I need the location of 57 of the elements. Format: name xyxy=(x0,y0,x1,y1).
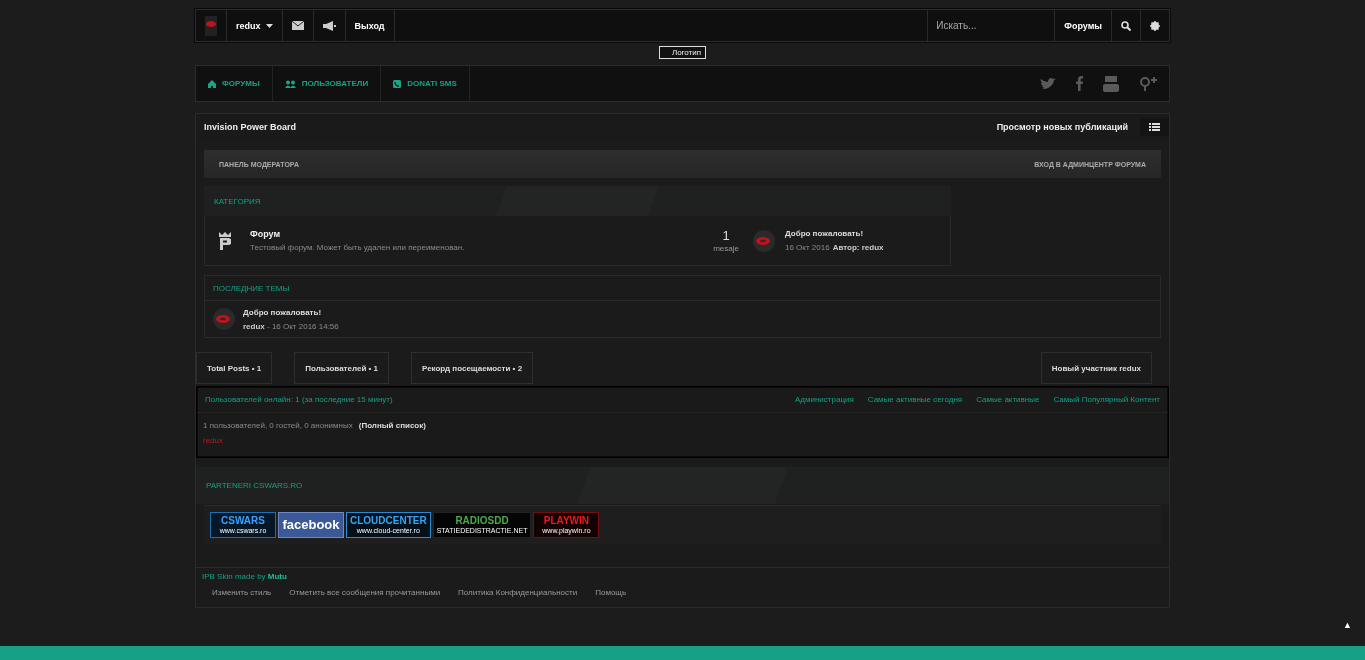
twitter-bird-icon[interactable] xyxy=(1040,77,1056,90)
footer-link[interactable]: Помощь xyxy=(595,588,627,597)
home-icon xyxy=(208,79,216,88)
online-users-title: Пользователей онлайн: 1 (за последние 15 минут) xyxy=(205,395,393,404)
back-to-top-button[interactable]: ▲ xyxy=(1343,620,1352,630)
online-summary: 1 пользователей, 0 гостей, 0 анонимных xyxy=(203,420,353,430)
users-icon xyxy=(284,79,296,88)
broken-logo-image[interactable]: Логотип xyxy=(658,45,707,59)
stat-box: Пользователей • 1 xyxy=(294,352,389,384)
board-title: Invision Power Board xyxy=(204,122,297,132)
google-plus-icon[interactable] xyxy=(1139,75,1157,92)
user-menu-button[interactable]: redux xyxy=(227,10,283,41)
list-view-button[interactable] xyxy=(1140,118,1169,136)
list-icon xyxy=(1149,123,1160,131)
online-link[interactable]: Самый Популярный Контент xyxy=(1053,395,1160,404)
topic-author[interactable]: redux xyxy=(243,321,265,331)
last-post-title[interactable]: Добро пожаловать! xyxy=(785,229,940,238)
facebook-f-icon[interactable] xyxy=(1076,76,1083,91)
forum-crown-icon xyxy=(219,231,231,250)
stat-box: Рекорд посещаемости • 2 xyxy=(411,352,534,384)
caret-icon xyxy=(265,23,273,28)
nav-tab[interactable]: ФОРУМЫ xyxy=(196,66,273,101)
post-count: 1 xyxy=(721,228,731,243)
search-scope-button[interactable]: Форумы xyxy=(1054,10,1112,41)
avatar-icon xyxy=(213,308,235,330)
stat-box: Total Posts • 1 xyxy=(196,352,273,384)
partners-header: PARTENERI CSWARS.RO xyxy=(196,467,1169,504)
envelope-icon xyxy=(291,21,304,30)
forum-name[interactable]: Форум xyxy=(250,229,714,239)
nav-tab[interactable]: DONATI SMS xyxy=(381,66,470,101)
category-header: КАТЕГОРИЯ xyxy=(204,186,951,216)
full-list-link[interactable]: (Полный список) xyxy=(358,420,426,430)
new-posts-link[interactable]: Просмотр новых публикаций xyxy=(996,122,1128,132)
topic-title[interactable]: Добро пожаловать! xyxy=(243,307,339,317)
footer-link[interactable]: Политика Конфиденциальности xyxy=(458,588,578,597)
avatar-icon xyxy=(205,15,217,36)
online-link[interactable]: Администрация xyxy=(794,395,854,404)
forum-description: Тестовый форум. Может быть удален или переименован. xyxy=(250,243,466,252)
logout-button[interactable]: Выход xyxy=(345,10,395,41)
partner-banner[interactable]: facebook xyxy=(278,512,344,538)
topic-date: - 16 Окт 2016 14:56 xyxy=(266,321,339,331)
latest-topics-header: ПОСЛЕДНИЕ ТЕМЫ xyxy=(205,276,1160,301)
search-icon xyxy=(1121,20,1131,31)
post-count-label: mesaje xyxy=(713,244,739,253)
footer-link[interactable]: Изменить стиль xyxy=(212,588,272,597)
online-link[interactable]: Самые активные xyxy=(976,395,1040,404)
online-link[interactable]: Самые активные сегодня xyxy=(867,395,963,404)
megaphone-icon xyxy=(322,20,336,31)
avatar-icon xyxy=(753,229,775,252)
settings-icon xyxy=(1150,20,1160,31)
stat-box: Новый участник redux xyxy=(1040,352,1152,384)
last-post-date: 16 Окт 2016 xyxy=(785,243,830,252)
nav-tab[interactable]: ПОЛЬЗОВАТЕЛИ xyxy=(272,66,382,101)
last-post-author[interactable]: Автор: redux xyxy=(832,243,884,252)
skin-credit: IPB Skin made by Mutu xyxy=(202,572,288,581)
phone-icon xyxy=(393,79,402,88)
footer-link[interactable]: Отметить все сообщения прочитанными xyxy=(289,588,441,597)
